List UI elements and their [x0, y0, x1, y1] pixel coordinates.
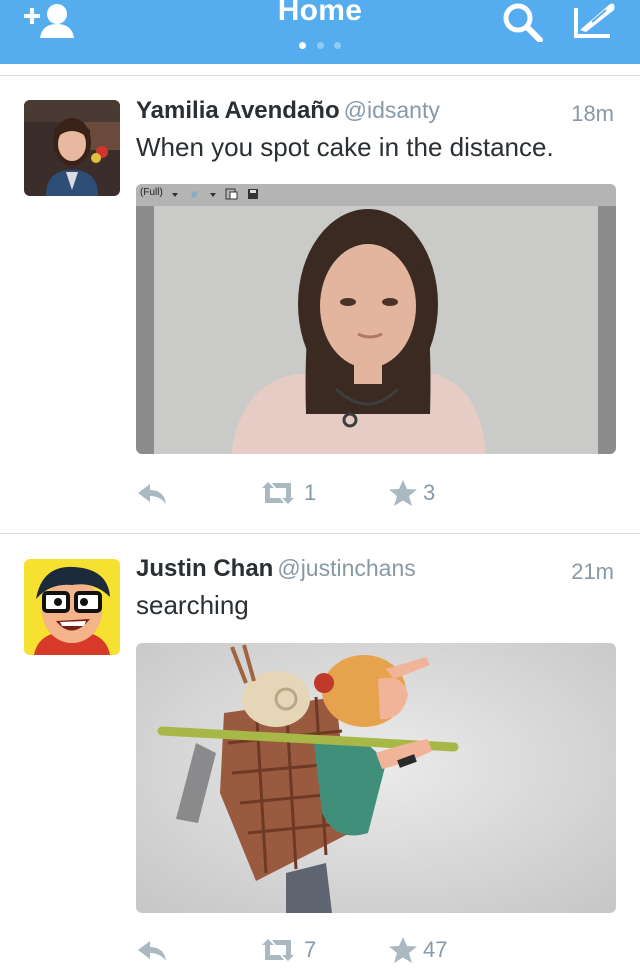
media-toolbar-icons: #	[172, 188, 258, 201]
favorite-icon[interactable]	[388, 935, 418, 965]
author-display-name: Yamilia Avendaño	[136, 97, 340, 124]
svg-text:#: #	[190, 190, 198, 201]
tweet-media[interactable]: (Full) #	[136, 184, 616, 454]
tweet-actions: 1 3	[136, 478, 616, 508]
tweet[interactable]: Yamilia Avendaño @idsanty 18m When you sp…	[0, 0, 640, 540]
reply-icon[interactable]	[136, 935, 168, 965]
reply-icon[interactable]	[136, 478, 168, 508]
favorite-icon[interactable]	[388, 478, 418, 508]
tweet-actions: 7 47	[136, 935, 616, 965]
author-display-name: Justin Chan	[136, 555, 274, 582]
author-name[interactable]: Justin Chan @justinchans	[136, 555, 416, 583]
tweet[interactable]: Justin Chan @justinchans 21m searching 7…	[0, 534, 640, 974]
tweet-media[interactable]	[136, 643, 616, 913]
tweet-text: searching	[136, 590, 249, 620]
retweet-count: 7	[304, 937, 317, 962]
media-toolbar-label: (Full)	[140, 187, 163, 198]
tweet-timestamp: 21m	[571, 559, 614, 584]
retweet-count: 1	[304, 480, 317, 505]
retweet-icon[interactable]	[258, 935, 298, 965]
avatar[interactable]	[24, 100, 120, 196]
favorite-count: 47	[423, 937, 448, 962]
avatar[interactable]	[24, 559, 120, 655]
tweet-timestamp: 18m	[571, 101, 614, 126]
author-handle: @justinchans	[277, 555, 416, 581]
retweet-icon[interactable]	[258, 478, 298, 508]
favorite-count: 3	[423, 480, 436, 505]
author-name[interactable]: Yamilia Avendaño @idsanty	[136, 97, 440, 125]
tweet-text: When you spot cake in the distance.	[136, 132, 554, 162]
author-handle: @idsanty	[343, 97, 440, 123]
